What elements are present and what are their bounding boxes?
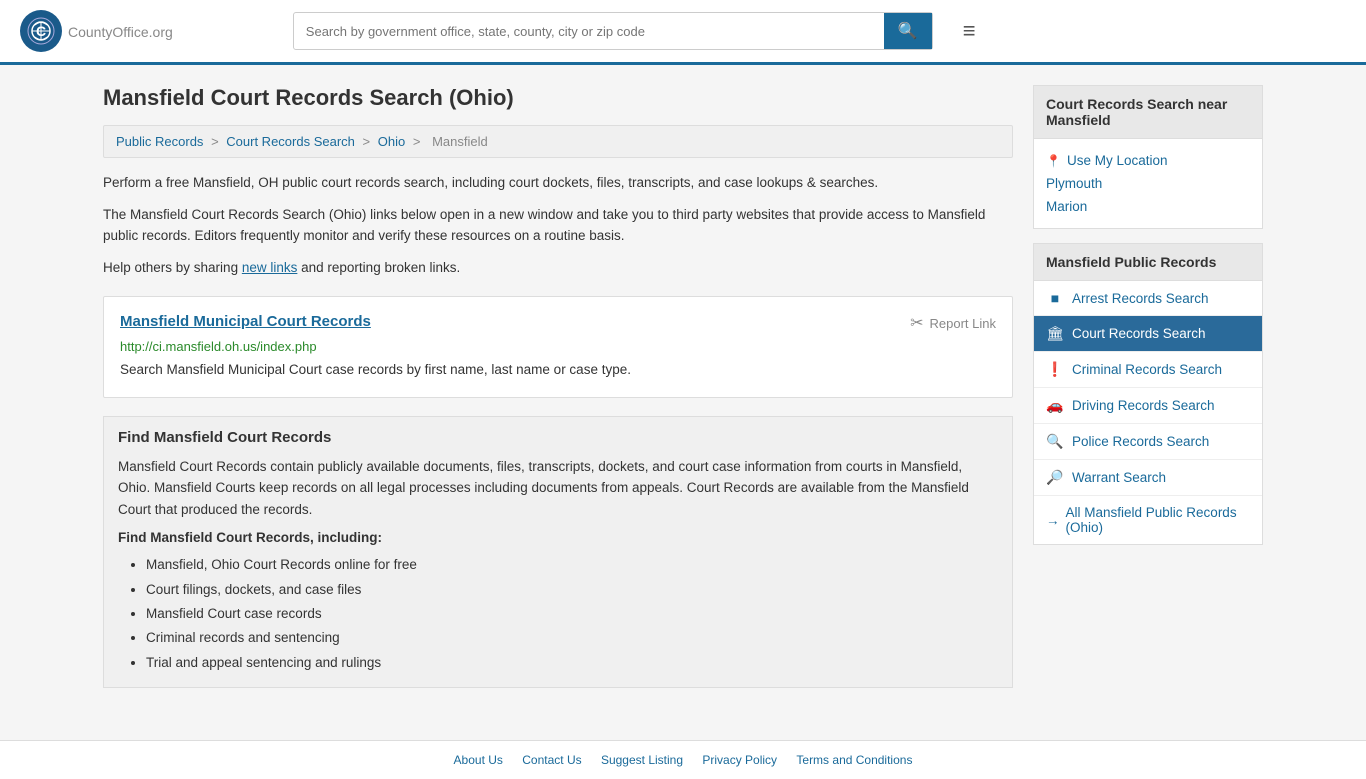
sidebar-nav-police-records[interactable]: 🔍 Police Records Search — [1034, 424, 1262, 460]
sidebar-nav-warrant-search[interactable]: 🔎 Warrant Search — [1034, 460, 1262, 496]
record-url[interactable]: http://ci.mansfield.oh.us/index.php — [120, 339, 996, 354]
all-records-label: All Mansfield Public Records (Ohio) — [1066, 505, 1251, 535]
nearby-header: Court Records Search near Mansfield — [1034, 86, 1262, 139]
search-input[interactable] — [294, 16, 884, 47]
footer-link-contact[interactable]: Contact Us — [522, 753, 581, 767]
footer-link-terms[interactable]: Terms and Conditions — [796, 753, 912, 767]
list-item: Mansfield Court case records — [146, 602, 998, 626]
breadcrumb: Public Records > Court Records Search > … — [103, 125, 1013, 158]
breadcrumb-current: Mansfield — [432, 134, 488, 149]
sidebar-nav-label: Court Records Search — [1072, 326, 1206, 341]
public-records-section: Mansfield Public Records ■ Arrest Record… — [1033, 243, 1263, 545]
sidebar-nav-driving-records[interactable]: 🚗 Driving Records Search — [1034, 388, 1262, 424]
arrest-records-icon: ■ — [1046, 290, 1064, 306]
help-text: Help others by sharing new links and rep… — [103, 257, 1013, 279]
list-item: Trial and appeal sentencing and rulings — [146, 651, 998, 675]
logo-wordmark: CountyOffice.org — [68, 21, 173, 42]
search-bar: 🔍 — [293, 12, 933, 50]
footer-link-privacy[interactable]: Privacy Policy — [702, 753, 777, 767]
sidebar: Court Records Search near Mansfield 📍 Us… — [1033, 85, 1263, 700]
list-item: Court filings, dockets, and case files — [146, 578, 998, 602]
find-section-description: Mansfield Court Records contain publicly… — [118, 456, 998, 521]
sidebar-nav-label: Arrest Records Search — [1072, 291, 1209, 306]
list-item: Criminal records and sentencing — [146, 626, 998, 650]
sidebar-nav-court-records[interactable]: 🏛 Court Records Search — [1034, 316, 1262, 352]
breadcrumb-ohio[interactable]: Ohio — [378, 134, 405, 149]
content-area: Mansfield Court Records Search (Ohio) Pu… — [103, 85, 1013, 700]
footer: About Us Contact Us Suggest Listing Priv… — [0, 740, 1366, 779]
record-description: Search Mansfield Municipal Court case re… — [120, 360, 996, 380]
sidebar-nav-label: Driving Records Search — [1072, 398, 1215, 413]
sidebar-nav-criminal-records[interactable]: ❗ Criminal Records Search — [1034, 352, 1262, 388]
court-records-icon: 🏛 — [1046, 325, 1064, 342]
site-header: C CountyOffice.org 🔍 ≡ — [0, 0, 1366, 65]
driving-records-icon: 🚗 — [1046, 397, 1064, 414]
report-link-button[interactable]: ✂ Report Link — [910, 313, 996, 333]
nearby-link-plymouth[interactable]: Plymouth — [1046, 172, 1250, 195]
warrant-search-icon: 🔎 — [1046, 469, 1064, 486]
public-records-header: Mansfield Public Records — [1034, 244, 1262, 281]
sidebar-nav-label: Criminal Records Search — [1072, 362, 1222, 377]
footer-link-about[interactable]: About Us — [454, 753, 503, 767]
nearby-body: 📍 Use My Location Plymouth Marion — [1034, 139, 1262, 228]
location-pin-icon: 📍 — [1046, 154, 1061, 168]
all-public-records-link[interactable]: → All Mansfield Public Records (Ohio) — [1034, 496, 1262, 544]
intro-paragraph-2: The Mansfield Court Records Search (Ohio… — [103, 204, 1013, 247]
logo[interactable]: C CountyOffice.org — [20, 10, 173, 52]
record-card-title[interactable]: Mansfield Municipal Court Records — [120, 313, 371, 330]
intro-paragraph-1: Perform a free Mansfield, OH public cour… — [103, 172, 1013, 194]
logo-icon: C — [20, 10, 62, 52]
use-location-label: Use My Location — [1067, 153, 1168, 168]
record-card-municipal-court: Mansfield Municipal Court Records ✂ Repo… — [103, 296, 1013, 397]
scissors-icon: ✂ — [910, 313, 923, 333]
criminal-records-icon: ❗ — [1046, 361, 1064, 378]
find-list: Mansfield, Ohio Court Records online for… — [118, 553, 998, 674]
footer-link-suggest[interactable]: Suggest Listing — [601, 753, 683, 767]
police-records-icon: 🔍 — [1046, 433, 1064, 450]
find-court-records-section: Find Mansfield Court Records Mansfield C… — [103, 416, 1013, 688]
record-card-header: Mansfield Municipal Court Records ✂ Repo… — [120, 313, 996, 333]
find-including-label: Find Mansfield Court Records, including: — [118, 530, 998, 545]
hamburger-menu-button[interactable]: ≡ — [963, 18, 976, 44]
nearby-link-marion[interactable]: Marion — [1046, 195, 1250, 218]
search-button[interactable]: 🔍 — [884, 13, 932, 49]
nearby-section: Court Records Search near Mansfield 📍 Us… — [1033, 85, 1263, 229]
sidebar-nav-arrest-records[interactable]: ■ Arrest Records Search — [1034, 281, 1262, 316]
breadcrumb-court-records-search[interactable]: Court Records Search — [226, 134, 355, 149]
page-title: Mansfield Court Records Search (Ohio) — [103, 85, 1013, 111]
breadcrumb-public-records[interactable]: Public Records — [116, 134, 203, 149]
sidebar-nav-label: Warrant Search — [1072, 470, 1166, 485]
new-links-link[interactable]: new links — [242, 260, 298, 275]
main-container: Mansfield Court Records Search (Ohio) Pu… — [83, 65, 1283, 720]
find-section-heading: Find Mansfield Court Records — [118, 429, 998, 446]
use-my-location-item[interactable]: 📍 Use My Location — [1046, 149, 1250, 172]
sidebar-nav-label: Police Records Search — [1072, 434, 1209, 449]
arrow-right-icon: → — [1046, 513, 1060, 528]
list-item: Mansfield, Ohio Court Records online for… — [146, 553, 998, 577]
